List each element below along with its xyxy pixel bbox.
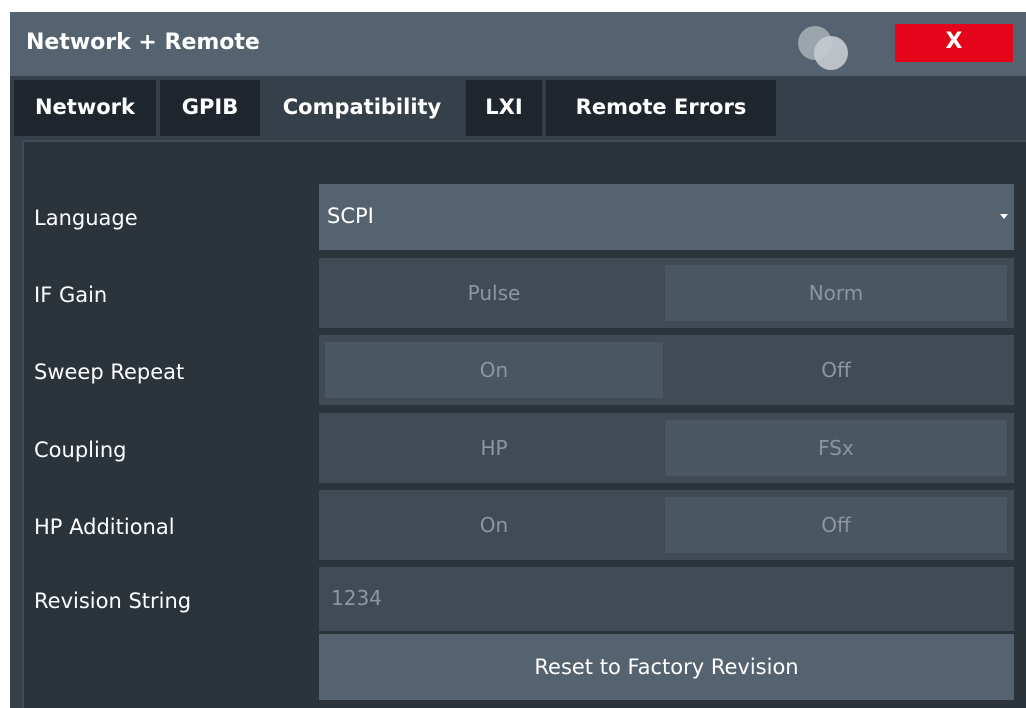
hp-additional-toggle: On Off <box>319 490 1014 560</box>
sweep-repeat-on-option[interactable]: On <box>325 342 663 398</box>
tab-remote-errors[interactable]: Remote Errors <box>546 80 776 136</box>
compatibility-panel: Language SCPI IF Gain Pulse Norm Sweep R… <box>22 140 1026 708</box>
tab-gpib[interactable]: GPIB <box>160 80 260 136</box>
dropdown-arrow-icon <box>1000 214 1008 219</box>
hp-additional-on-option[interactable]: On <box>325 497 663 553</box>
coupling-fsx-option[interactable]: FSx <box>665 420 1007 476</box>
close-icon: X <box>945 29 963 54</box>
tab-bar: Network GPIB Compatibility LXI Remote Er… <box>10 76 1026 140</box>
tab-network[interactable]: Network <box>14 80 156 136</box>
reset-to-factory-revision-button[interactable]: Reset to Factory Revision <box>319 634 1014 700</box>
title-bar: Network + Remote X <box>10 12 1026 76</box>
if-gain-norm-option[interactable]: Norm <box>665 265 1007 321</box>
hp-additional-label: HP Additional <box>34 515 175 539</box>
sweep-repeat-off-option[interactable]: Off <box>665 342 1007 398</box>
sweep-repeat-label: Sweep Repeat <box>34 360 185 384</box>
sweep-repeat-toggle: On Off <box>319 335 1014 405</box>
hp-additional-off-option[interactable]: Off <box>665 497 1007 553</box>
tab-lxi[interactable]: LXI <box>466 80 542 136</box>
language-label: Language <box>34 206 138 230</box>
if-gain-toggle: Pulse Norm <box>319 258 1014 328</box>
close-button[interactable]: X <box>895 24 1013 62</box>
coupling-hp-option[interactable]: HP <box>325 420 663 476</box>
if-gain-label: IF Gain <box>34 283 108 307</box>
revision-string-value: 1234 <box>331 586 382 610</box>
coupling-toggle: HP FSx <box>319 413 1014 483</box>
revision-string-label: Revision String <box>34 589 192 613</box>
revision-string-field[interactable]: 1234 <box>319 567 1014 631</box>
language-dropdown[interactable]: SCPI <box>319 184 1014 250</box>
logo-icon <box>796 20 856 70</box>
language-value: SCPI <box>327 204 374 228</box>
network-remote-dialog: Network + Remote X Network GPIB Compatib… <box>10 12 1026 708</box>
coupling-label: Coupling <box>34 438 127 462</box>
dialog-title: Network + Remote <box>26 30 260 55</box>
tab-compatibility[interactable]: Compatibility <box>264 80 460 140</box>
if-gain-pulse-option[interactable]: Pulse <box>325 265 663 321</box>
